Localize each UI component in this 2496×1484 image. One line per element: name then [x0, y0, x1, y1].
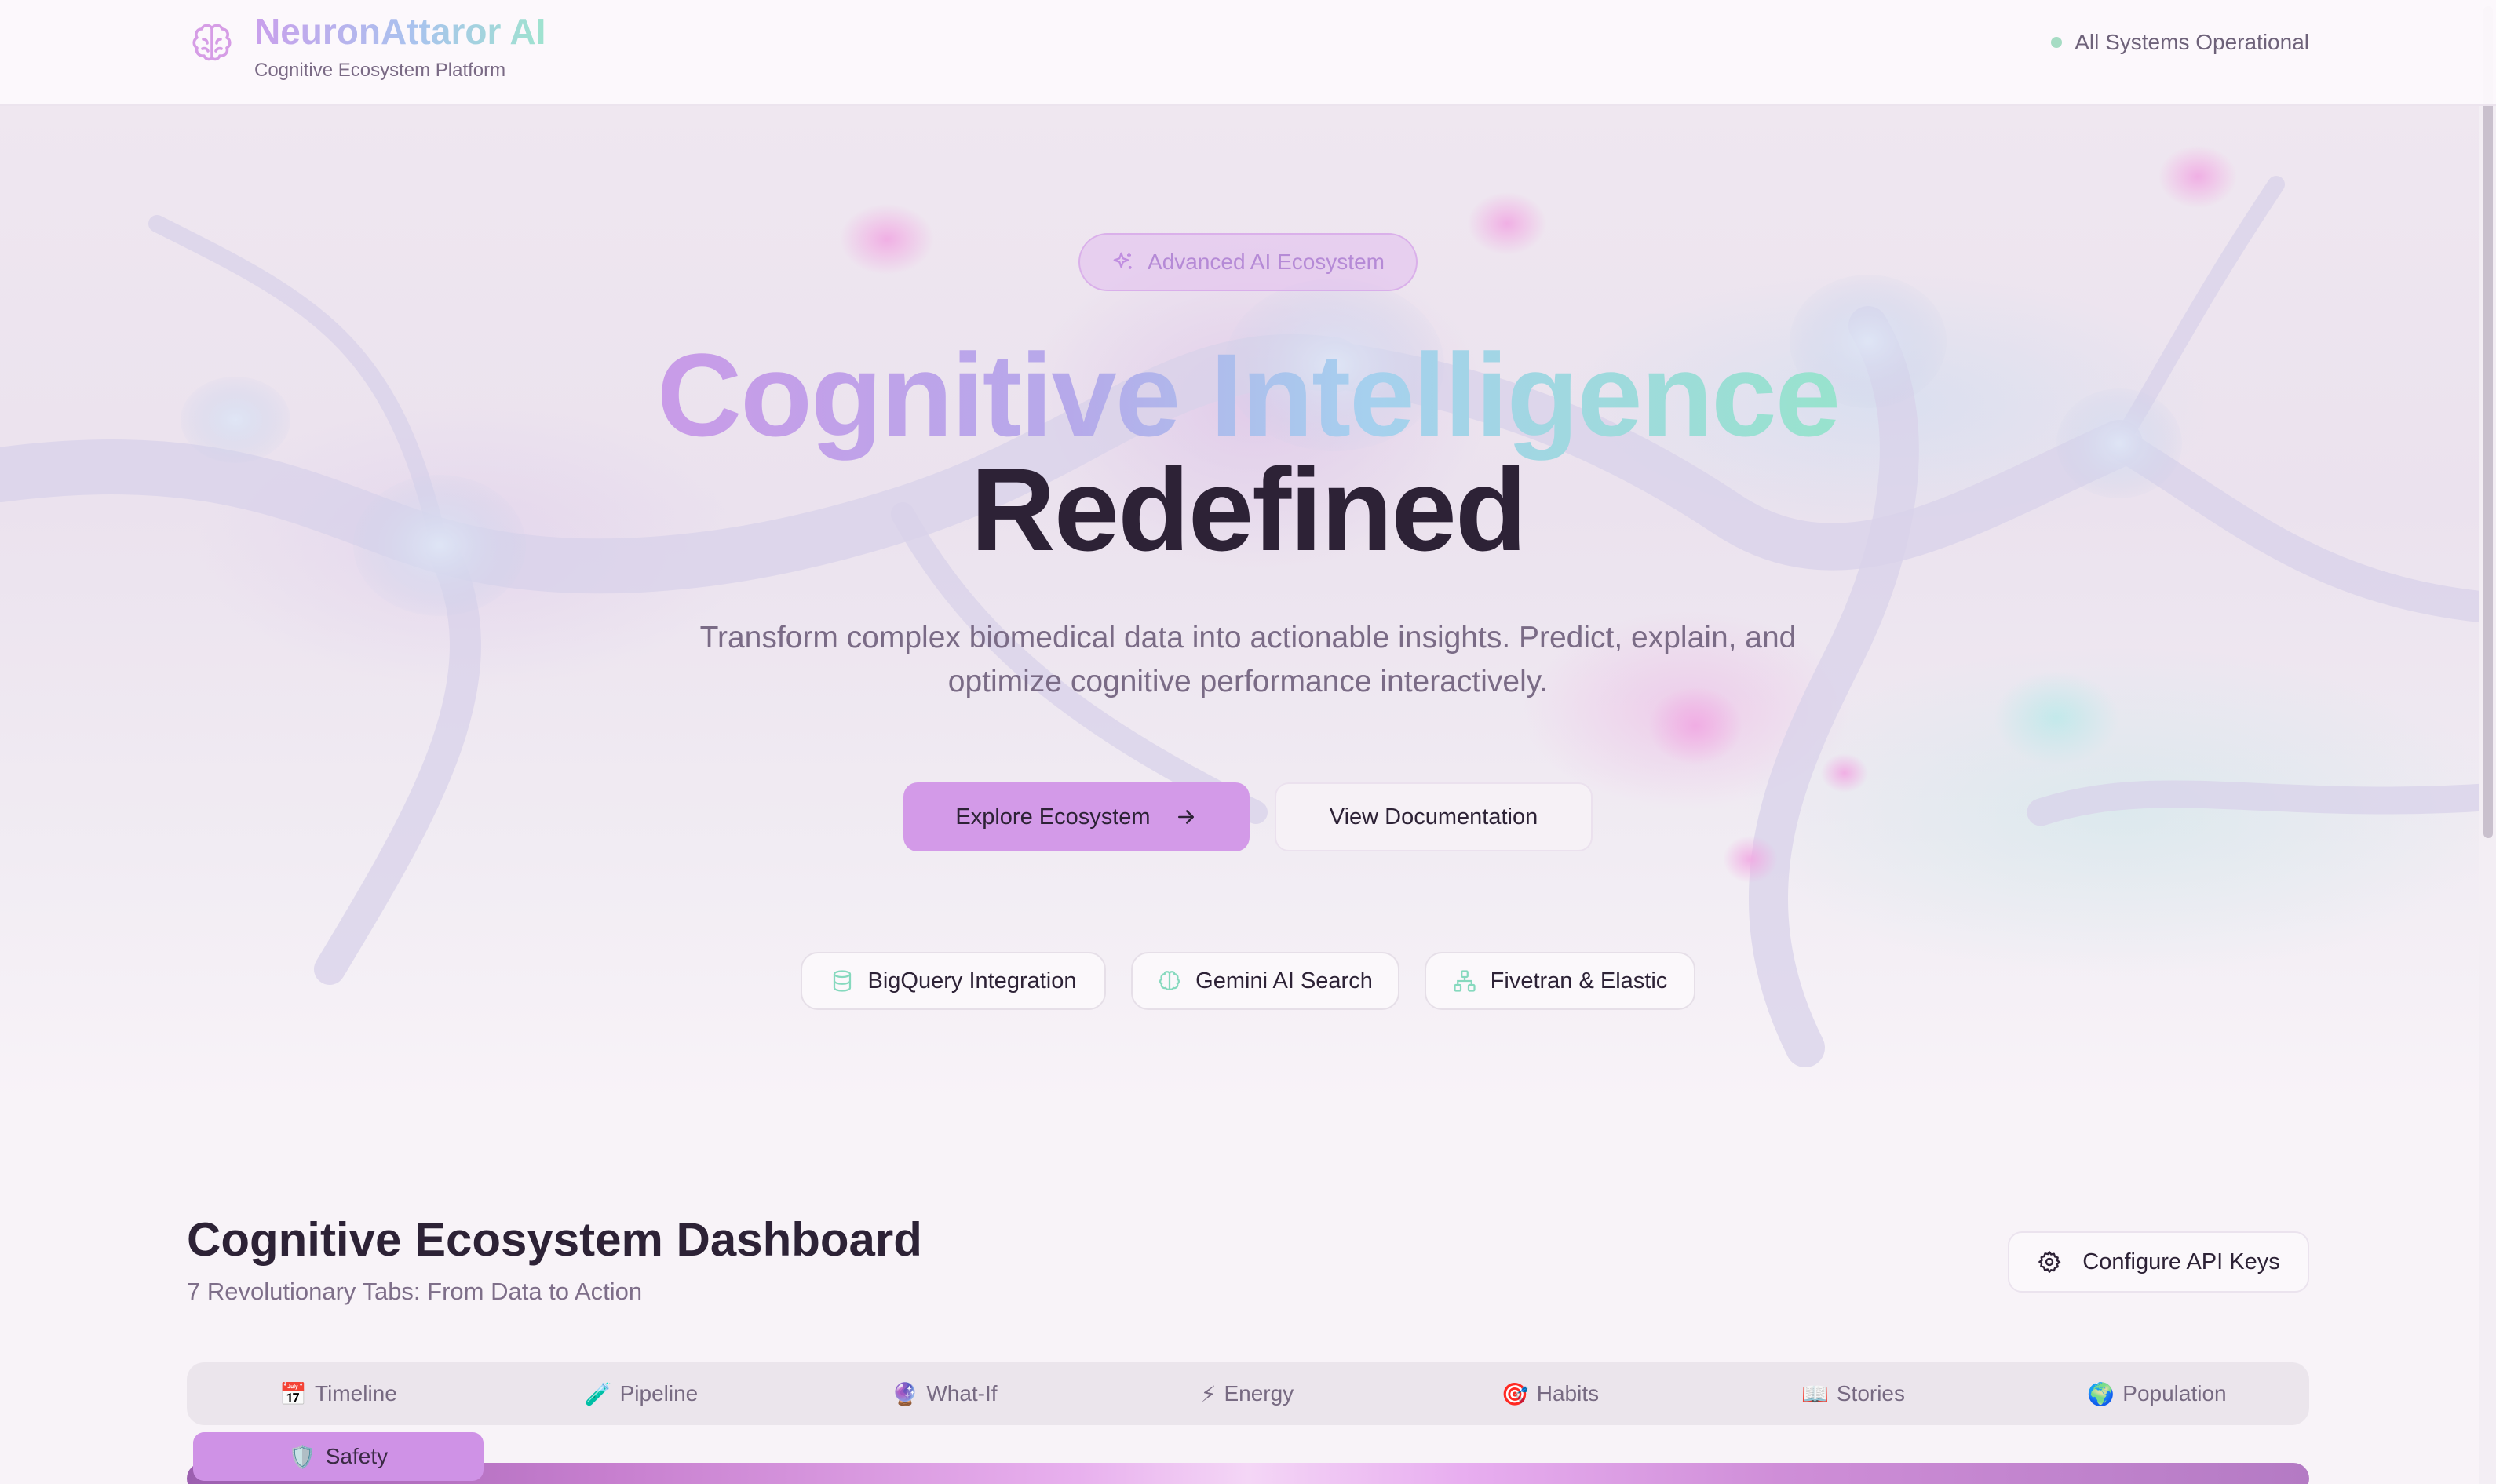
database-icon [833, 970, 851, 992]
lightning-icon: ⚡ [1200, 1380, 1217, 1407]
test-tube-icon: 🧪 [584, 1380, 612, 1407]
status-dot-icon [2051, 37, 2063, 48]
tab-habits[interactable]: 🎯 Habits [1399, 1362, 1702, 1425]
arrow-right-icon [1177, 810, 1194, 824]
scrollbar-thumb[interactable] [2483, 6, 2493, 838]
tab-energy[interactable]: ⚡ Energy [1096, 1362, 1399, 1425]
dashboard-banner [187, 1463, 2309, 1484]
tab-pipeline[interactable]: 🧪 Pipeline [490, 1362, 793, 1425]
tab-label: Habits [1536, 1381, 1600, 1406]
tab-what-if[interactable]: 🔮 What-If [793, 1362, 1096, 1425]
hero-section: Advanced AI Ecosystem Cognitive Intellig… [0, 106, 2496, 1103]
target-icon: 🎯 [1501, 1380, 1529, 1407]
feature-label: BigQuery Integration [867, 968, 1077, 994]
top-header: NeuronAttaror AI Cognitive Ecosystem Pla… [0, 0, 2496, 106]
hero-description: Transform complex biomedical data into a… [699, 621, 1797, 698]
tab-label: Timeline [315, 1381, 397, 1406]
feature-label: Fivetran & Elastic [1490, 968, 1668, 994]
tab-stories[interactable]: 📖 Stories [1702, 1362, 2005, 1425]
brand-name: NeuronAttaror AI [254, 11, 546, 52]
configure-api-keys-button[interactable]: Configure API Keys [2008, 1231, 2309, 1293]
tab-label: Energy [1224, 1381, 1294, 1406]
configure-api-keys-label: Configure API Keys [2082, 1249, 2280, 1274]
system-status: All Systems Operational [2051, 30, 2309, 55]
hero-title-highlight: Cognitive Intelligence [656, 329, 1841, 461]
tab-label: Population [2122, 1381, 2227, 1406]
tab-label: Safety [325, 1444, 389, 1468]
feature-chip-fivetran[interactable]: Fivetran & Elastic [1425, 952, 1695, 1010]
view-documentation-label: View Documentation [1329, 804, 1538, 830]
tab-safety[interactable]: 🛡️ Safety [193, 1432, 484, 1481]
tab-population[interactable]: 🌍 Population [2005, 1362, 2309, 1425]
badge-label: Advanced AI Ecosystem [1148, 250, 1385, 274]
tab-label: Pipeline [619, 1381, 699, 1406]
dashboard-title: Cognitive Ecosystem Dashboard [187, 1213, 922, 1266]
network-icon [1454, 970, 1476, 992]
brand-tagline: Cognitive Ecosystem Platform [254, 60, 506, 81]
gear-icon [2038, 1251, 2061, 1273]
status-text: All Systems Operational [2075, 30, 2309, 54]
brain-icon [192, 24, 232, 61]
sparkles-icon [1113, 252, 1132, 269]
dashboard-subtitle: 7 Revolutionary Tabs: From Data to Actio… [187, 1278, 643, 1305]
tab-timeline[interactable]: 📅 Timeline [187, 1362, 490, 1425]
crystal-ball-icon: 🔮 [891, 1380, 919, 1407]
explore-ecosystem-label: Explore Ecosystem [955, 804, 1151, 830]
shield-icon: 🛡️ [288, 1443, 316, 1470]
feature-chip-gemini[interactable]: Gemini AI Search [1131, 952, 1399, 1010]
tab-label: What-If [926, 1381, 998, 1406]
hero-title: Cognitive Intelligence Redefined [0, 336, 2496, 575]
hero-title-main: Redefined [970, 443, 1527, 575]
view-documentation-button[interactable]: View Documentation [1275, 782, 1593, 851]
page-scrollbar[interactable] [2479, 0, 2496, 1484]
book-icon: 📖 [1801, 1380, 1829, 1407]
explore-ecosystem-button[interactable]: Explore Ecosystem [903, 782, 1250, 851]
brand[interactable]: NeuronAttaror AI Cognitive Ecosystem Pla… [187, 11, 546, 82]
feature-label: Gemini AI Search [1195, 968, 1373, 994]
calendar-icon: 📅 [279, 1380, 308, 1407]
dashboard-tabs: 📅 Timeline 🧪 Pipeline 🔮 What-If ⚡ Energy… [187, 1362, 2309, 1425]
feature-chip-bigquery[interactable]: BigQuery Integration [801, 952, 1106, 1010]
tab-label: Stories [1836, 1381, 1906, 1406]
hero-badge: Advanced AI Ecosystem [1078, 233, 1418, 291]
brain-icon [1159, 971, 1180, 990]
globe-icon: 🌍 [2087, 1380, 2115, 1407]
